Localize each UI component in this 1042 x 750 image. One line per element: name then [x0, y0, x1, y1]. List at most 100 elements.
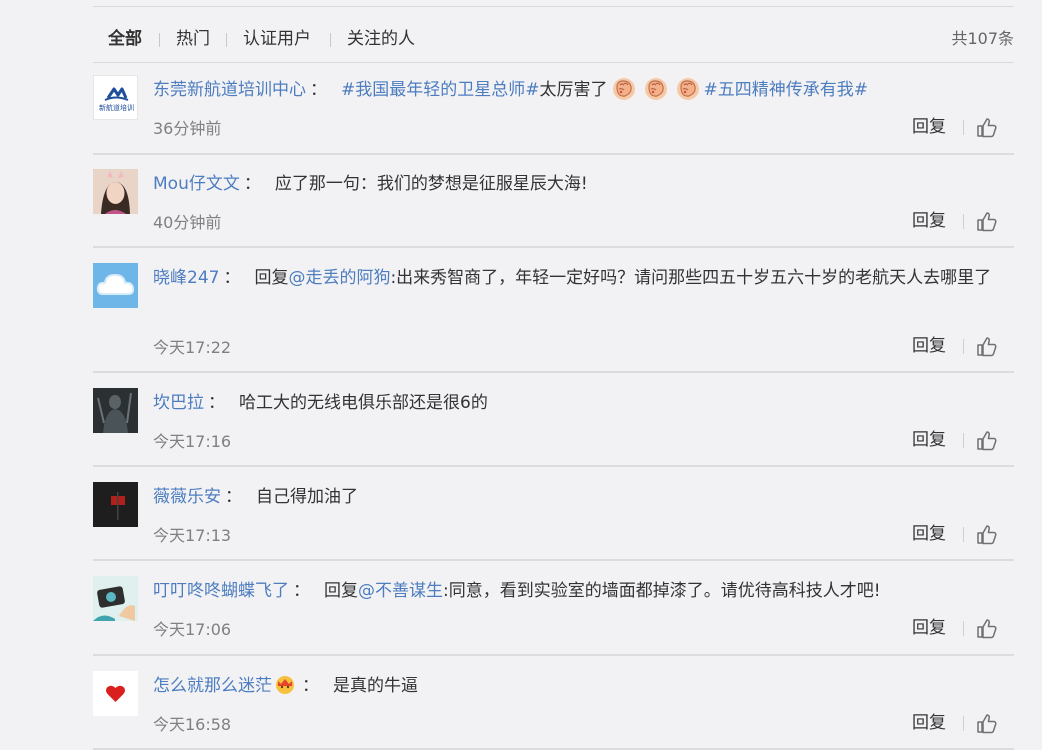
- fist-emoji-icon: [643, 75, 669, 101]
- comment-total-count: 共107条: [951, 29, 1014, 48]
- reply-button[interactable]: 回复: [912, 522, 946, 546]
- like-thumb-icon[interactable]: [976, 210, 998, 232]
- comment-body: 东莞新航道培训中心： #我国最年轻的卫星总师#太厉害了 #五四精神传承有我#: [153, 63, 1014, 106]
- comment-colon: ：: [293, 581, 310, 601]
- comment-actions: 回复: [912, 616, 1002, 640]
- like-thumb-icon[interactable]: [976, 429, 998, 451]
- comment-colon: ：: [243, 174, 261, 194]
- reply-button[interactable]: 回复: [912, 115, 946, 139]
- dark-red-photo-icon: [93, 482, 138, 527]
- avatar[interactable]: [93, 576, 138, 621]
- comment-actions: 回复: [912, 115, 1002, 139]
- comment-time: 今天17:13: [153, 526, 232, 545]
- comment-body: Mou仔文文： 应了那一句：我们的梦想是征服星辰大海!: [153, 155, 1014, 200]
- comment-panel: 全部 热门 认证用户 关注的人 共107条 新航道培训 东莞新航道培训中心： #我…: [0, 0, 1042, 750]
- avatar[interactable]: [93, 388, 138, 433]
- comment-colon: ：: [225, 487, 242, 507]
- comment-user-name[interactable]: 叮叮咚咚蝴蝶飞了: [153, 581, 289, 601]
- comment-time: 40分钟前: [153, 213, 222, 232]
- tab-verified-users[interactable]: 认证用户: [243, 28, 311, 50]
- tab-following[interactable]: 关注的人: [347, 28, 415, 50]
- comment-colon: ：: [302, 676, 319, 696]
- comment-body: 晓峰247： 回复@走丢的阿狗:出来秀智商了，年轻一定好吗？请问那些四五十岁五六十…: [153, 248, 1014, 294]
- action-divider: [963, 527, 964, 542]
- avatar[interactable]: [93, 263, 138, 308]
- avatar[interactable]: 新航道培训: [93, 75, 138, 120]
- comment-list: 新航道培训 东莞新航道培训中心： #我国最年轻的卫星总师#太厉害了 #五四精神传承有…: [93, 63, 1014, 750]
- tab-all[interactable]: 全部: [108, 28, 142, 50]
- comment-actions: 回复: [912, 428, 1002, 452]
- comment-text: :出来秀智商了，年轻一定好吗？请问那些四五十岁五六十岁的老航天人去哪里了: [390, 268, 992, 288]
- comment-time: 今天16:58: [153, 715, 232, 734]
- comment-user-name[interactable]: 东莞新航道培训中心: [153, 80, 306, 100]
- comment-item: 晓峰247： 回复 @走丢的阿狗:出来秀智商了，年轻一定好吗？请问那些四五十岁五六十…: [93, 248, 1014, 373]
- topic-link[interactable]: #五四精神传承有我#: [704, 80, 869, 100]
- reply-button[interactable]: 回复: [912, 334, 946, 358]
- comment-time: 今天17:16: [153, 432, 232, 451]
- action-divider: [963, 214, 964, 229]
- like-thumb-icon[interactable]: [976, 523, 998, 545]
- like-thumb-icon[interactable]: [976, 116, 998, 138]
- avatar[interactable]: [93, 671, 138, 716]
- comment-text: 哈工大的无线电俱乐部还是很6的: [239, 393, 488, 413]
- user-photo-icon: [93, 169, 138, 214]
- comment-time: 今天17:22: [153, 338, 232, 357]
- tab-divider: [159, 33, 160, 47]
- comment-actions: 回复: [912, 522, 1002, 546]
- comment-colon: ：: [223, 268, 241, 288]
- heart-avatar-icon: [93, 671, 138, 716]
- comment-text: 太厉害了: [539, 80, 608, 100]
- crown-emoji-icon: [276, 676, 294, 694]
- avatar[interactable]: [93, 169, 138, 214]
- fist-emoji-icon: [675, 75, 701, 101]
- cartoon-avatar-icon: [93, 576, 138, 621]
- comment-item: 怎么就那么迷茫 ： 是真的牛逼 今天16:58 回复: [93, 656, 1014, 750]
- comment-actions: 回复: [912, 209, 1002, 233]
- avatar[interactable]: [93, 482, 138, 527]
- action-divider: [963, 716, 964, 731]
- top-divider: [93, 6, 1014, 7]
- action-divider: [963, 120, 964, 135]
- comment-body: 叮叮咚咚蝴蝶飞了： 回复@不善谋生:同意，看到实验室的墙面都掉漆了。请优待高科技人…: [153, 561, 1014, 607]
- avatar-logo-text: 新航道培训: [99, 103, 134, 112]
- reply-button[interactable]: 回复: [912, 209, 946, 233]
- comment-user-name[interactable]: 怎么就那么迷茫: [153, 676, 272, 696]
- reply-button[interactable]: 回复: [912, 711, 946, 735]
- action-divider: [963, 433, 964, 448]
- like-thumb-icon[interactable]: [976, 335, 998, 357]
- comment-body: 薇薇乐安： 自己得加油了: [153, 467, 1014, 513]
- comment-item: 薇薇乐安： 自己得加油了 今天17:13 回复: [93, 467, 1014, 561]
- comment-filter-tabs: 全部 热门 认证用户 关注的人 共107条: [93, 28, 1014, 52]
- comment-item: 坎巴拉： 哈工大的无线电俱乐部还是很6的 今天17:16 回复: [93, 373, 1014, 467]
- comment-user-name[interactable]: 薇薇乐安: [153, 487, 221, 507]
- cloud-avatar-icon: [93, 263, 138, 308]
- mention-link[interactable]: @走丢的阿狗: [288, 268, 390, 288]
- action-divider: [963, 621, 964, 636]
- mention-link[interactable]: @不善谋生: [358, 581, 443, 601]
- comment-user-name[interactable]: Mou仔文文: [153, 174, 240, 194]
- comment-item: Mou仔文文： 应了那一句：我们的梦想是征服星辰大海! 40分钟前 回复: [93, 155, 1014, 248]
- action-divider: [963, 339, 964, 354]
- comment-colon: ：: [310, 80, 327, 100]
- reply-button[interactable]: 回复: [912, 616, 946, 640]
- comment-text: 自己得加油了: [256, 487, 358, 507]
- tab-divider: [330, 33, 331, 47]
- comment-actions: 回复: [912, 334, 1002, 358]
- comment-text: 应了那一句：我们的梦想是征服星辰大海!: [274, 174, 588, 194]
- dark-figure-photo-icon: [93, 388, 138, 433]
- comment-user-name[interactable]: 坎巴拉: [153, 393, 204, 413]
- comment-time: 36分钟前: [153, 119, 222, 138]
- comment-actions: 回复: [912, 711, 1002, 735]
- comment-item: 叮叮咚咚蝴蝶飞了：回复@不善谋生:同意，看到实验室的墙面都掉漆了。请优待高科技人…: [93, 561, 1014, 656]
- comment-body: 坎巴拉： 哈工大的无线电俱乐部还是很6的: [153, 373, 1014, 419]
- like-thumb-icon[interactable]: [976, 617, 998, 639]
- topic-link[interactable]: #我国最年轻的卫星总师#: [341, 80, 540, 100]
- tab-divider: [226, 33, 227, 47]
- reply-button[interactable]: 回复: [912, 428, 946, 452]
- comment-user-name[interactable]: 晓峰247: [153, 268, 219, 288]
- tab-hot[interactable]: 热门: [176, 28, 210, 50]
- xhd-logo-icon: 新航道培训: [99, 87, 134, 112]
- comment-body: 怎么就那么迷茫 ： 是真的牛逼: [153, 656, 1014, 702]
- like-thumb-icon[interactable]: [976, 712, 998, 734]
- reply-prefix: 回复: [324, 581, 358, 601]
